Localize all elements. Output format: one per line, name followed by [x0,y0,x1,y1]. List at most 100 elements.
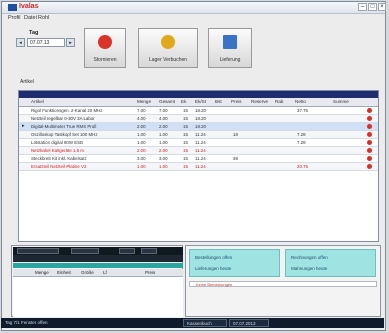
cell-menge: 1.00 [137,132,146,137]
person-icon [161,35,175,49]
title-bar: Ivalas – □ × [2,2,386,14]
delete-row-icon[interactable] [367,124,372,129]
remarks-strip: Keine Bemerkungen [189,281,377,287]
cell-ek-st: 11.24 [195,164,206,169]
delete-row-icon[interactable] [367,116,372,121]
cell-gesamt: 2.00 [159,148,168,153]
cell-ek-st: 11.24 [195,132,206,137]
cell-ek-st: 18.20 [195,108,206,113]
delete-row-icon[interactable] [367,156,372,161]
minimize-icon[interactable]: – [358,3,367,11]
app-title: Ivalas [19,3,39,10]
stornieren-button[interactable]: Stornieren [84,28,126,68]
delete-row-icon[interactable] [367,140,372,145]
info-right-line2: Mahnungen heute [291,266,328,271]
fcol-lf[interactable]: Lf [103,270,107,275]
grid-title-bar [19,91,378,98]
status-mid-label: Kassenbuch [187,321,212,326]
footer-field-1[interactable] [17,248,59,254]
status-right-box: 07.07.2013 [229,319,269,327]
date-next-icon[interactable]: ▸ [66,38,75,47]
cell-gesamt: 1.00 [159,132,168,137]
status-bar: Tag 7/1 Fenster offen Kassenbuch 07.07.2… [1,318,384,328]
info-panel-right: Rechnungen offen Mahnungen heute [285,249,376,277]
footer-left-progress [13,263,183,268]
menu-profil[interactable]: Profil [8,15,21,21]
cell-gesamt: 2.00 [159,124,168,129]
cell-ek: 15 [183,148,188,153]
delete-row-icon[interactable] [367,164,372,169]
cell-ek: 15 [183,116,188,121]
col-gesamt[interactable]: Gesamt [159,99,175,104]
cell-artikel: Netzkabel Kaltgeräte 1.5 m [31,148,84,153]
cell-ek-st: 11.24 [195,140,206,145]
cell-menge: 7.00 [137,108,146,113]
lieferung-button[interactable]: Lieferung [208,28,252,68]
table-row[interactable]: Rigol Funktionsgen. 2-Kanal 20 MHz 7.00 7.… [19,107,378,115]
table-row[interactable]: Netzteil regelbar 0-30V 3A Labor 4.00 4.00… [19,115,378,123]
footer-left-list [13,277,183,317]
col-preis[interactable]: Preis [231,99,241,104]
status-mid-box: Kassenbuch [183,319,227,327]
maximize-icon[interactable]: □ [368,3,377,11]
cell-gesamt: 7.00 [159,108,168,113]
col-reserve[interactable]: Reserve [251,99,268,104]
col-rab[interactable]: Rab [275,99,283,104]
date-label: Tag [29,30,39,36]
col-artikel[interactable]: Artikel [31,99,44,104]
document-icon [223,35,237,49]
table-row[interactable]: ▸ Digital-Multimeter True RMS Profi 2.00 2.… [19,123,378,131]
cell-artikel: Steckbrett Kit inkl. Kabelsatz [31,156,87,161]
delete-row-icon[interactable] [367,108,372,113]
footer-field-2[interactable] [71,248,99,254]
articles-grid: Artikel Menge Gesamt Ek Ek/St Bst Preis … [18,90,379,242]
col-netto[interactable]: Netto [295,99,306,104]
col-menge[interactable]: Menge [137,99,151,104]
cell-menge: 3.00 [137,156,146,161]
menu-rohl[interactable]: Rohl [38,15,49,21]
table-row[interactable]: Oszilloskop Tastkopf Set 100 MHz 1.00 1.00… [19,131,378,139]
col-summe[interactable]: Summe [333,99,349,104]
footer-field-4[interactable] [141,248,157,254]
col-ek[interactable]: Ek [181,99,186,104]
cell-gesamt: 4.00 [159,116,168,121]
table-row[interactable]: Netzkabel Kaltgeräte 1.5 m 2.00 2.00 15 11.2… [19,147,378,155]
cell-ek-st: 11.24 [195,148,206,153]
section-label: Artikel [20,79,34,85]
cell-menge: 1.00 [137,140,146,145]
col-bst[interactable]: Bst [215,99,222,104]
cell-artikel: Lötstation digital 80W ESD [31,140,84,145]
date-field[interactable]: 07.07.13 [27,38,65,47]
status-date: 07.07.2013 [233,321,256,326]
fcol-menge[interactable]: Menge [35,270,49,275]
table-row[interactable]: Ersatzteil Netzteil-Platine V2 1.00 1.00 15… [19,163,378,171]
cell-preis: 18 [233,132,238,137]
cell-gesamt: 3.00 [159,156,168,161]
close-icon[interactable]: × [378,3,386,11]
lager-verbuchen-button[interactable]: Lager Verbuchen [138,28,198,68]
fcol-einheit[interactable]: Einheit [57,270,71,275]
delete-row-icon[interactable] [367,132,372,137]
table-row[interactable]: Lötstation digital 80W ESD 1.00 1.00 15 11.2… [19,139,378,147]
fcol-groesse[interactable]: Größe [81,270,94,275]
cell-netto: 7.28 [297,132,306,137]
delete-row-icon[interactable] [367,148,372,153]
date-prev-icon[interactable]: ◂ [16,38,25,47]
info-left-line2: Lieferungen heute [195,266,232,271]
cell-ek: 15 [183,164,188,169]
cell-artikel: Oszilloskop Tastkopf Set 100 MHz [31,132,98,137]
menu-datei[interactable]: Datei [24,15,37,21]
cell-artikel: Ersatzteil Netzteil-Platine V2 [31,164,87,169]
footer-left-panel: Menge Einheit Größe Lf Preis [11,245,183,317]
fcol-preis[interactable]: Preis [145,270,155,275]
table-row[interactable]: Steckbrett Kit inkl. Kabelsatz 3.00 3.00 15… [19,155,378,163]
cell-menge: 1.00 [137,164,146,169]
toolbar: Tag ◂ 07.07.13 ▸ Stornieren Lager Verbuc… [10,28,382,78]
cell-preis: 38 [233,156,238,161]
col-ek-st[interactable]: Ek/St [195,99,206,104]
grid-header: Artikel Menge Gesamt Ek Ek/St Bst Preis … [19,98,378,107]
info-right-line1: Rechnungen offen [291,255,328,260]
cell-ek: 15 [183,156,188,161]
footer-field-3[interactable] [119,248,135,254]
cell-ek-st: 11.24 [195,156,206,161]
